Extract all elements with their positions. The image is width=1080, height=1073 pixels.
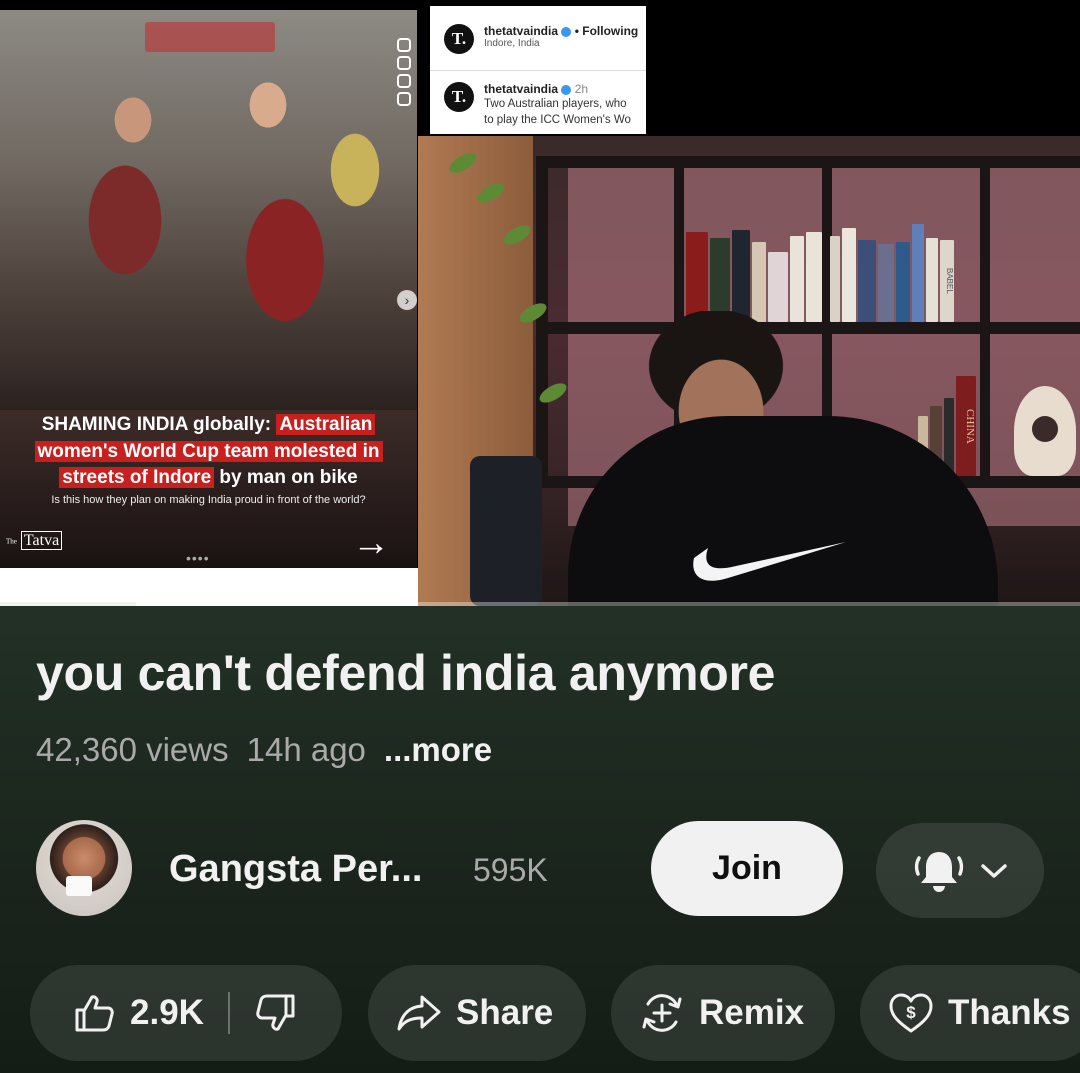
- mug-graphic: [66, 876, 92, 896]
- ig-caption-line: Two Australian players, who: [484, 98, 627, 110]
- ig-account-name: thetatvaindia • Following: [484, 24, 639, 38]
- headline-text: by man on bike: [214, 467, 358, 488]
- action-bar: 2.9K Share Remix $ Thanks: [0, 965, 1080, 1061]
- ig-caption-name: thetatvaindia 2h: [484, 82, 631, 96]
- instagram-icon: [397, 38, 411, 52]
- like-count: 2.9K: [130, 993, 204, 1032]
- tatva-logo: The Tatva: [6, 531, 63, 550]
- remix-button[interactable]: Remix: [611, 965, 835, 1061]
- video-title[interactable]: you can't defend india anymore: [36, 644, 775, 702]
- bell-ringing-icon: [914, 851, 964, 892]
- shelf-post: [980, 156, 990, 486]
- shelf: [536, 156, 1080, 168]
- instagram-post-image: › SHAMING INDIA globally: Australian wom…: [0, 10, 417, 568]
- book-spine-china: CHINA: [956, 376, 976, 476]
- more-link[interactable]: ...more: [384, 731, 492, 768]
- view-count: 42,360 views: [36, 731, 229, 768]
- share-button[interactable]: Share: [368, 965, 586, 1061]
- video-player[interactable]: › SHAMING INDIA globally: Australian wom…: [0, 0, 1080, 606]
- post-bottom-strip: [0, 568, 420, 606]
- threads-icon: [397, 74, 411, 88]
- streamer-camera: BABEL CHINA: [418, 136, 1080, 606]
- ig-caption-account: thetatvaindia: [484, 82, 559, 96]
- ig-account-label: thetatvaindia: [484, 24, 559, 38]
- dislike-button[interactable]: [254, 965, 298, 1061]
- like-button[interactable]: 2.9K: [72, 965, 204, 1061]
- post-social-icons: [395, 38, 413, 106]
- carousel-dots: ••••: [186, 550, 210, 566]
- decor-vase: [1014, 386, 1076, 476]
- notification-bell-button[interactable]: [876, 823, 1044, 918]
- nike-swoosh-icon: [693, 542, 846, 581]
- post-subline: Is this how they plan on making India pr…: [51, 494, 366, 506]
- remix-label: Remix: [699, 993, 805, 1032]
- speaker: [470, 456, 542, 606]
- subscriber-count: 595K: [473, 852, 548, 888]
- share-label: Share: [456, 993, 554, 1032]
- ig-avatar: T.: [444, 24, 474, 54]
- instagram-post-header: T. thetatvaindia • Following Indore, Ind…: [430, 6, 646, 134]
- progress-track[interactable]: [0, 602, 1080, 606]
- swipe-arrow-icon: →: [352, 522, 390, 564]
- headline-text: SHAMING INDIA globally:: [41, 414, 277, 435]
- thumbs-up-icon: [75, 995, 114, 1032]
- ig-location: Indore, India: [484, 38, 540, 49]
- x-icon: [397, 56, 411, 70]
- chevron-down-icon: [981, 863, 1007, 878]
- headline-highlight: Australian: [276, 414, 376, 435]
- upload-age: 14h ago: [246, 731, 366, 768]
- like-dislike-group: 2.9K: [30, 965, 342, 1061]
- books: BABEL: [830, 220, 980, 322]
- remix-icon: [642, 994, 682, 1032]
- logo-prefix: The: [6, 537, 17, 546]
- channel-row: Gangsta Per... 595K Join: [36, 820, 1080, 920]
- heart-dollar-icon: $: [889, 993, 933, 1033]
- verified-badge-icon: [561, 26, 572, 37]
- ig-caption-row: T. thetatvaindia 2h Two Australian playe…: [444, 82, 631, 128]
- ig-caption-line: to play the ICC Women's Wo: [484, 114, 631, 126]
- carousel-next-icon: ›: [397, 290, 417, 310]
- post-headline: SHAMING INDIA globally: Australian women…: [0, 412, 417, 492]
- svg-text:$: $: [906, 1003, 916, 1022]
- youtube-icon: [397, 92, 411, 106]
- ig-avatar: T.: [444, 82, 474, 112]
- thanks-button[interactable]: $ Thanks: [860, 965, 1080, 1061]
- ig-caption-time: 2h: [574, 82, 589, 96]
- thumbs-down-icon: [256, 994, 295, 1031]
- headline-highlight: streets of Indore: [59, 467, 215, 488]
- channel-name[interactable]: Gangsta Per...: [169, 848, 422, 891]
- street-photo: [0, 10, 417, 410]
- logo-text: Tatva: [20, 531, 63, 550]
- headline-highlight: women's World Cup team molested in: [34, 440, 383, 462]
- video-meta[interactable]: 42,360 views 14h ago ...more: [36, 731, 492, 769]
- verified-badge-icon: [561, 84, 572, 95]
- progress-fill: [0, 602, 137, 606]
- thanks-label: Thanks: [948, 993, 1071, 1032]
- channel-avatar[interactable]: [36, 820, 132, 916]
- ig-account-row: T. thetatvaindia • Following Indore, Ind…: [444, 24, 638, 54]
- like-divider: [227, 992, 230, 1034]
- shelf-post: [536, 156, 548, 486]
- ig-follow-status: Following: [582, 24, 639, 38]
- shelf: [536, 322, 1080, 334]
- book-spine-babel: BABEL: [940, 240, 954, 322]
- share-arrow-icon: [397, 995, 441, 1031]
- rickshaw-canopy: [145, 22, 275, 52]
- ig-divider: [430, 70, 646, 71]
- video-letterbox: [646, 0, 1080, 136]
- join-button[interactable]: Join: [651, 821, 843, 916]
